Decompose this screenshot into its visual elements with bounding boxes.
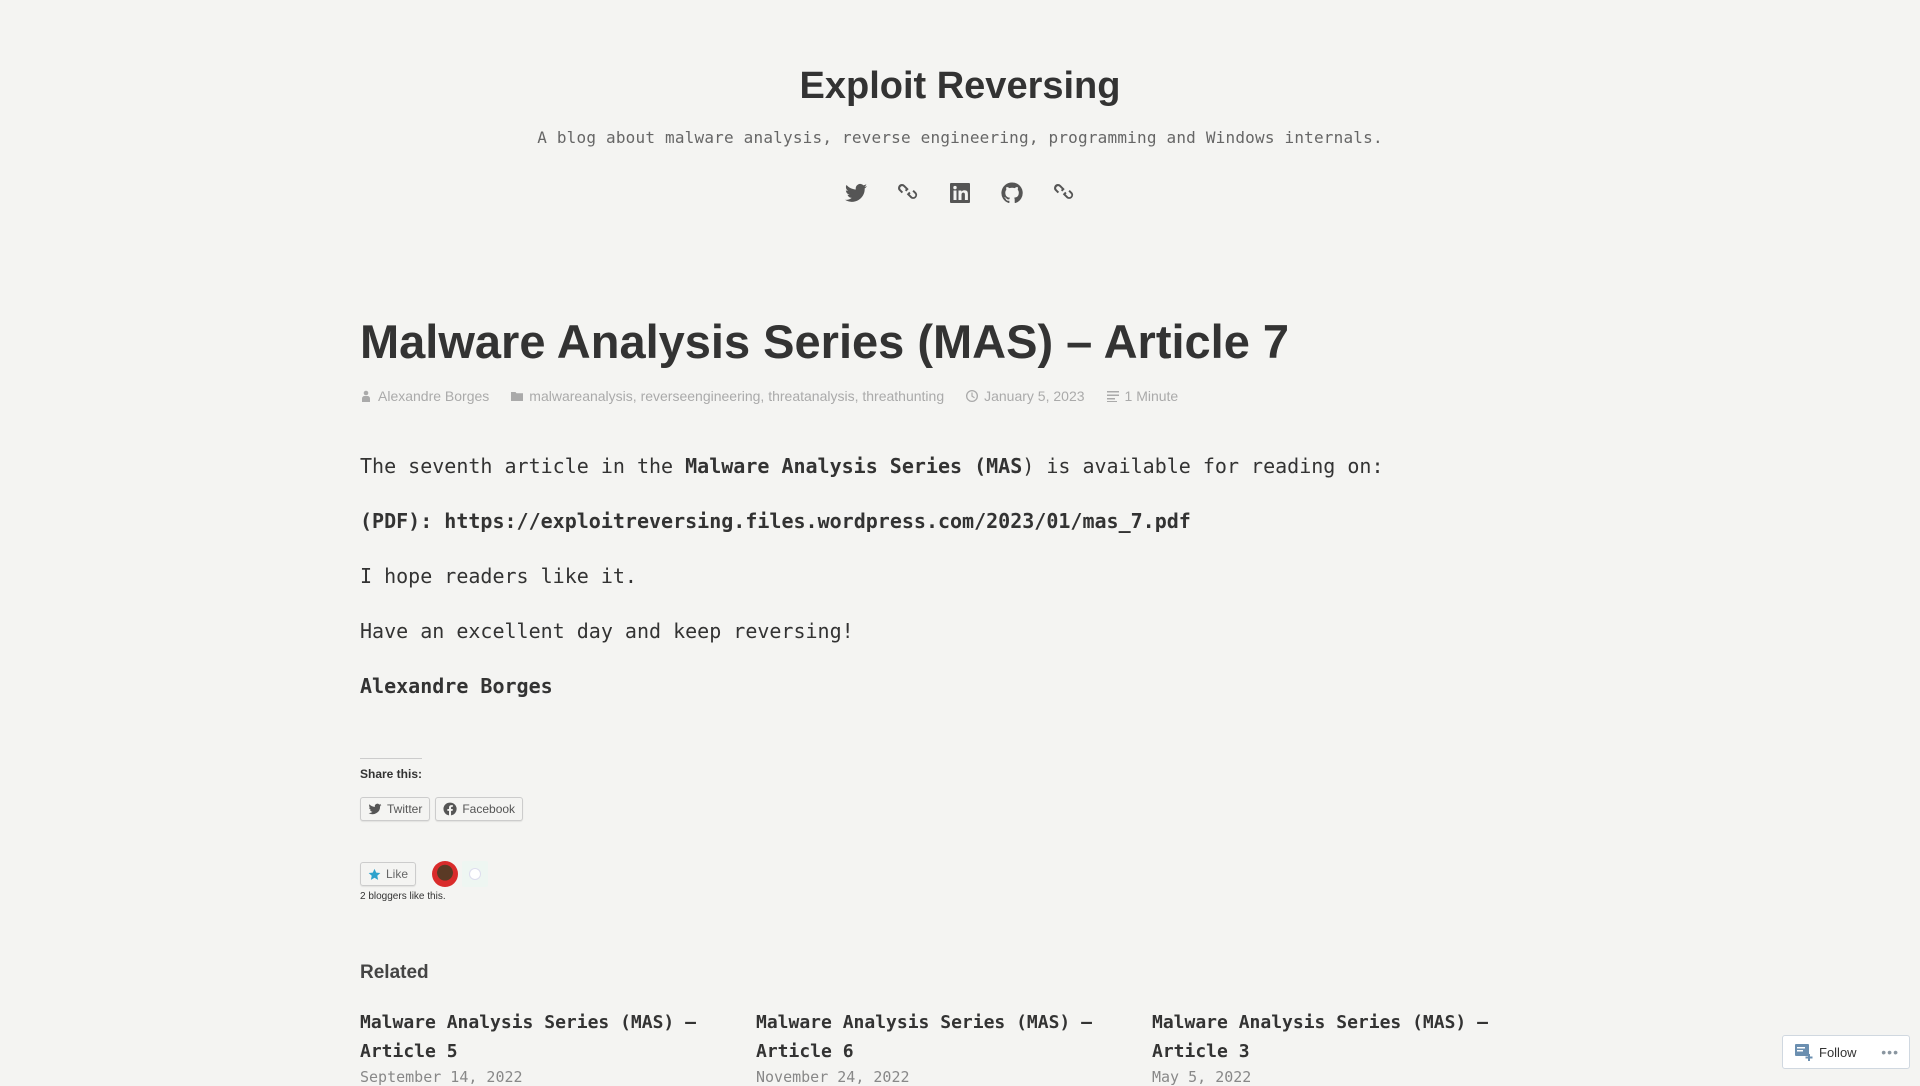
paragraph-pdf: (PDF): https://exploitreversing.files.wo…	[360, 509, 1191, 533]
meta-author: Alexandre Borges	[360, 388, 489, 404]
read-time: 1 Minute	[1124, 388, 1179, 404]
clock-icon	[966, 390, 979, 402]
related-post-date: November 24, 2022	[756, 1068, 910, 1086]
pdf-link[interactable]: https://exploitreversing.files.wordpress…	[444, 509, 1191, 533]
related-posts: Related Malware Analysis Series (MAS) – …	[360, 962, 1560, 1086]
link-icon	[898, 184, 918, 199]
post-body: The seventh article in the Malware Analy…	[360, 454, 1560, 698]
likes-section: Like 2 bloggers like this.	[360, 861, 1560, 902]
related-heading: Related	[360, 962, 429, 983]
post-date-link[interactable]: January 5, 2023	[984, 388, 1084, 404]
github-icon	[1001, 182, 1023, 204]
liker-avatar[interactable]	[462, 861, 489, 887]
paragraph-closing: Have an excellent day and keep reversing…	[360, 619, 854, 643]
reading-time-icon	[1106, 391, 1119, 402]
category-link[interactable]: threatanalysis	[768, 388, 854, 404]
post-meta: Alexandre Borges malwareanalysis, revers…	[360, 388, 1560, 404]
related-post-link[interactable]: Malware Analysis Series (MAS) – Article …	[1152, 1008, 1548, 1066]
like-button[interactable]: Like	[360, 862, 417, 886]
liker-avatar[interactable]	[432, 861, 459, 887]
folder-icon	[511, 392, 524, 401]
like-count-text: 2 bloggers like this.	[360, 891, 446, 902]
paragraph-hope: I hope readers like it.	[360, 564, 637, 588]
social-link-2[interactable]	[1052, 181, 1076, 205]
post-title: Malware Analysis Series (MAS) – Article …	[360, 315, 1290, 368]
star-icon	[368, 868, 381, 880]
twitter-icon	[368, 803, 382, 815]
divider	[360, 758, 422, 759]
social-linkedin-link[interactable]	[948, 181, 972, 205]
share-heading: Share this:	[360, 767, 423, 781]
share-facebook-button[interactable]: Facebook	[435, 797, 524, 821]
social-github-link[interactable]	[1000, 181, 1024, 205]
follow-button[interactable]: Follow	[1819, 1045, 1857, 1060]
share-twitter-button[interactable]: Twitter	[360, 797, 431, 821]
meta-categories: malwareanalysis, reverseengineering, thr…	[511, 388, 944, 404]
category-link[interactable]: threathunting	[862, 388, 944, 404]
site-header: Exploit Reversing A blog about malware a…	[0, 0, 1920, 205]
social-link-1[interactable]	[896, 181, 920, 205]
share-section: Share this: Twitter Facebook	[360, 758, 1560, 821]
site-description: A blog about malware analysis, reverse e…	[537, 128, 1383, 147]
paragraph-intro: The seventh article in the Malware Analy…	[360, 454, 1384, 478]
author-link[interactable]: Alexandre Borges	[378, 388, 489, 404]
social-twitter-link[interactable]	[844, 181, 868, 205]
meta-date: January 5, 2023	[966, 388, 1085, 404]
site-title[interactable]: Exploit Reversing	[800, 62, 1121, 110]
person-icon	[362, 390, 370, 402]
category-link[interactable]: malwareanalysis	[529, 388, 632, 404]
meta-read-time: 1 Minute	[1106, 388, 1179, 404]
category-link[interactable]: reverseengineering	[641, 388, 761, 404]
series-name: Malware Analysis Series (MAS	[685, 454, 1023, 478]
signature: Alexandre Borges	[360, 674, 553, 698]
linkedin-icon	[950, 183, 970, 203]
social-links	[0, 181, 1920, 205]
link-icon	[1054, 184, 1074, 199]
follow-widget: Follow •••	[1782, 1035, 1910, 1069]
related-post-link[interactable]: Malware Analysis Series (MAS) – Article …	[756, 1008, 1152, 1066]
related-post-date: May 5, 2022	[1152, 1068, 1252, 1086]
related-post-date: September 14, 2022	[360, 1068, 523, 1086]
related-item: Malware Analysis Series (MAS) – Article …	[756, 1008, 1152, 1086]
related-item: Malware Analysis Series (MAS) – Article …	[360, 1008, 756, 1086]
more-options-button[interactable]: •••	[1881, 1044, 1899, 1060]
facebook-icon	[443, 802, 457, 816]
related-item: Malware Analysis Series (MAS) – Article …	[1152, 1008, 1548, 1086]
post-content: Malware Analysis Series (MAS) – Article …	[360, 310, 1560, 1086]
twitter-icon	[845, 183, 867, 202]
related-post-link[interactable]: Malware Analysis Series (MAS) – Article …	[360, 1008, 756, 1066]
follow-reader-icon	[1795, 1044, 1813, 1061]
